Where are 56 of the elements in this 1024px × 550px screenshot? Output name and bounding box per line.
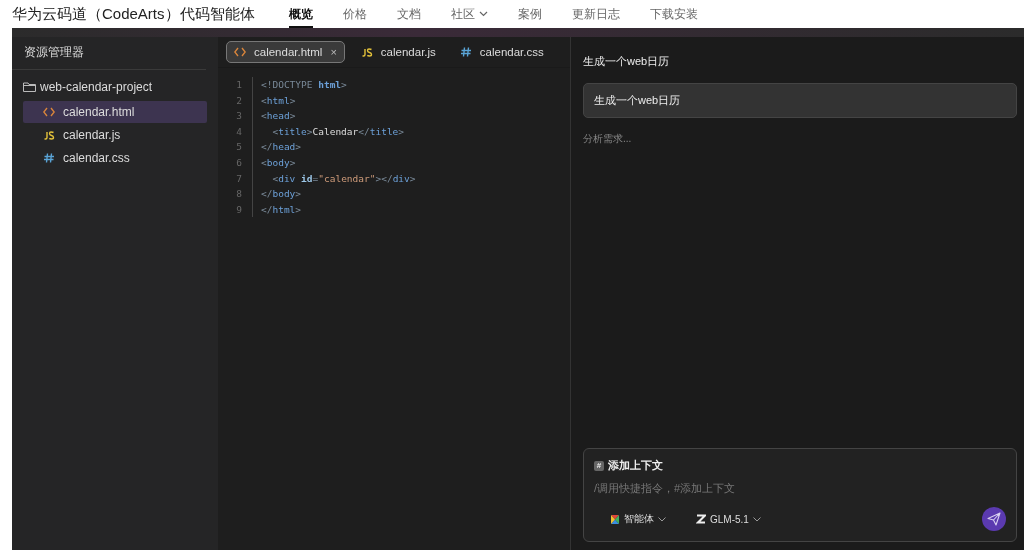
editor-tab[interactable]: calendar.html × [226,41,345,63]
folder-name[interactable]: web-calendar-project [40,80,153,94]
nav-tab[interactable]: 社区 [450,0,488,28]
line-number: 3 [235,109,242,124]
nav-tab[interactable]: 概览 [288,0,313,28]
line-number: 6 [235,155,242,170]
code-line: <!DOCTYPE html> [261,78,348,92]
panel-title: 资源管理器 [24,44,85,61]
line-number: 8 [235,187,242,202]
code-brackets-icon [43,107,55,117]
code-line: <head> [261,109,297,124]
js-icon [43,130,55,140]
code-brackets-icon [234,47,246,57]
js-icon [360,47,373,57]
hash-icon [43,153,55,163]
line-number: 7 [235,171,242,186]
chevron-down-icon [752,516,761,522]
file-item[interactable]: calendar.html [23,101,207,123]
code-line: <div id="calendar"></div> [271,171,416,186]
line-number: 5 [235,140,242,155]
z-logo-icon [696,514,706,524]
line-number: 2 [235,93,242,108]
code-line: </html> [261,202,303,217]
user-message: 生成一个web日历 [583,83,1017,118]
nav-tab[interactable]: 下载安装 [649,0,698,28]
nav-tab[interactable]: 更新日志 [571,0,620,28]
send-button[interactable] [982,507,1006,531]
close-icon[interactable]: × [330,46,337,58]
hash-icon [459,47,472,57]
hash-icon: # [594,460,604,471]
code-line: <html> [261,93,297,108]
model-dropdown[interactable]: GLM-5.1 [696,513,761,525]
editor-tab[interactable]: calendar.js [352,41,444,63]
line-number: 4 [235,124,242,139]
editor-tab[interactable]: calendar.css [451,41,552,63]
code-line: <title>Calendar</title> [271,124,406,139]
nav-tab[interactable]: 价格 [342,0,367,28]
line-number: 1 [235,78,242,92]
paper-plane-icon [987,512,1001,526]
file-item[interactable]: calendar.js [23,124,207,146]
folder-icon [23,82,36,92]
site-title: 华为云码道（CodeArts）代码智能体 [12,4,255,24]
code-line: <body> [261,155,297,170]
chevron-down-icon [658,516,666,522]
chat-input-field[interactable]: /调用快捷指令，#添加上下文 [594,482,1006,494]
code-line: </body> [261,187,303,202]
line-number: 9 [235,202,242,217]
status-text: 分析需求... [583,133,632,144]
code-line: </head> [261,140,303,155]
file-item[interactable]: calendar.css [23,147,207,169]
mode-dropdown[interactable]: 智能体 [610,512,666,526]
chat-title: 生成一个web日历 [583,54,671,69]
nav-tab[interactable]: 文档 [396,0,421,28]
add-context-button[interactable]: # 添加上下文 [594,458,663,473]
agent-logo-icon [610,513,620,525]
nav-tab[interactable]: 案例 [517,0,542,28]
